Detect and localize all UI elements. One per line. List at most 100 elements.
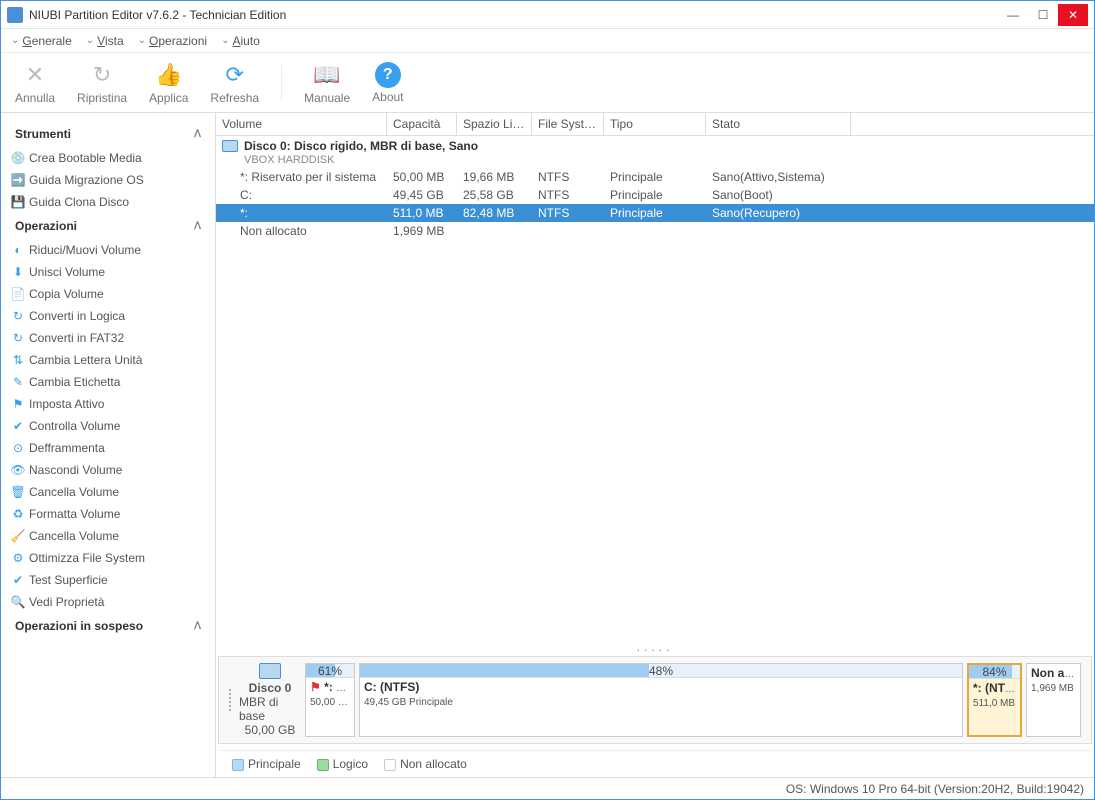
op-icon: ⊙ (11, 441, 25, 455)
table-row[interactable]: *: Riservato per il sistema50,00 MB19,66… (216, 168, 1094, 186)
sidebar-tool-item[interactable]: 💿Crea Bootable Media (1, 147, 215, 169)
op-icon: ✔ (11, 419, 25, 433)
partition-box[interactable]: 61%⚑ *: Ri...50,00 MB (305, 663, 355, 737)
usage-bar: 61% (306, 664, 354, 678)
sidebar-op-item[interactable]: ◐Riduci/Muovi Volume (1, 239, 215, 261)
disk-icon (222, 140, 238, 152)
refresh-icon: ⟳ (221, 61, 249, 89)
cell-type: Principale (604, 206, 706, 220)
sidebar-op-item[interactable]: 📄Copia Volume (1, 283, 215, 305)
refresh-button[interactable]: ⟳Refresha (210, 61, 259, 105)
sidebar-item-label: Vedi Proprietà (29, 595, 104, 609)
section-strumenti[interactable]: Strumentiᐱ (1, 121, 215, 147)
manual-button[interactable]: 📖Manuale (304, 61, 350, 105)
sidebar-op-item[interactable]: ✔Test Superficie (1, 569, 215, 591)
grid-header: Volume Capacità Spazio Lib... File Syste… (216, 113, 1094, 136)
cell-free: 25,58 GB (457, 188, 532, 202)
op-icon: 📄 (11, 287, 25, 301)
tool-icon: 💿 (11, 151, 25, 165)
about-button[interactable]: ?About (372, 62, 403, 104)
sidebar-op-item[interactable]: ↻Converti in FAT32 (1, 327, 215, 349)
minimize-button[interactable]: — (998, 4, 1028, 26)
sidebar-op-item[interactable]: ⚑Imposta Attivo (1, 393, 215, 415)
sidebar-op-item[interactable]: ♻Formatta Volume (1, 503, 215, 525)
titlebar: NIUBI Partition Editor v7.6.2 - Technici… (1, 1, 1094, 29)
sidebar-tool-item[interactable]: 💾Guida Clona Disco (1, 191, 215, 213)
maximize-button[interactable]: ☐ (1028, 4, 1058, 26)
sidebar-op-item[interactable]: ↻Converti in Logica (1, 305, 215, 327)
sidebar-op-item[interactable]: 👁Nascondi Volume (1, 459, 215, 481)
cell-volume: C: (216, 188, 387, 202)
cell-type: Principale (604, 188, 706, 202)
cell-fs: NTFS (532, 170, 604, 184)
disk-header[interactable]: Disco 0: Disco rigido, MBR di base, Sano (216, 136, 1094, 156)
table-row[interactable]: C:49,45 GB25,58 GBNTFSPrincipaleSano(Boo… (216, 186, 1094, 204)
cell-volume: *: Riservato per il sistema (216, 170, 387, 184)
cell-fs (532, 224, 604, 238)
sidebar-item-label: Unisci Volume (29, 265, 105, 279)
col-capacity[interactable]: Capacità (387, 113, 457, 135)
partition-box[interactable]: 84%*: (NTFS)511,0 MB (967, 663, 1022, 737)
sidebar-item-label: Converti in FAT32 (29, 331, 124, 345)
menu-vista[interactable]: ⌄Vista (86, 34, 124, 48)
os-info: OS: Windows 10 Pro 64-bit (Version:20H2,… (786, 782, 1084, 796)
disk-icon (259, 663, 281, 679)
col-status[interactable]: Stato (706, 113, 851, 135)
partition-box[interactable]: Non allo...1,969 MB (1026, 663, 1081, 737)
op-icon: 👁 (11, 463, 25, 477)
menubar: ⌄Generale ⌄Vista ⌄Operazioni ⌄Aiuto (1, 29, 1094, 53)
partition-meta: C: (NTFS)49,45 GB Principale (360, 678, 962, 711)
sidebar-op-item[interactable]: 🔍Vedi Proprietà (1, 591, 215, 613)
partition-meta: Non allo...1,969 MB (1027, 664, 1080, 697)
statusbar: OS: Windows 10 Pro 64-bit (Version:20H2,… (1, 777, 1094, 799)
disk-info[interactable]: Disco 0 MBR di base 50,00 GB (239, 663, 301, 737)
sidebar-op-item[interactable]: ⬇Unisci Volume (1, 261, 215, 283)
sidebar-op-item[interactable]: 🗑Cancella Volume (1, 481, 215, 503)
cell-capacity: 49,45 GB (387, 188, 457, 202)
apply-button[interactable]: 👍Applica (149, 61, 188, 105)
cell-capacity: 1,969 MB (387, 224, 457, 238)
sidebar-op-item[interactable]: ✔Controlla Volume (1, 415, 215, 437)
redo-button[interactable]: ↻Ripristina (77, 61, 127, 105)
cell-capacity: 511,0 MB (387, 206, 457, 220)
menu-operazioni[interactable]: ⌄Operazioni (138, 34, 207, 48)
table-row[interactable]: *:511,0 MB82,48 MBNTFSPrincipaleSano(Rec… (216, 204, 1094, 222)
col-freespace[interactable]: Spazio Lib... (457, 113, 532, 135)
op-icon: ♻ (11, 507, 25, 521)
grip-handle[interactable] (229, 663, 235, 737)
sidebar-op-item[interactable]: ⊙Defframmenta (1, 437, 215, 459)
cell-volume: *: (216, 206, 387, 220)
usage-bar: 84% (969, 665, 1020, 679)
splitter[interactable]: ..... (216, 638, 1094, 656)
col-volume[interactable]: Volume (216, 113, 387, 135)
op-icon: ⇅ (11, 353, 25, 367)
thumb-icon: 👍 (155, 61, 183, 89)
grid-body: Disco 0: Disco rigido, MBR di base, Sano… (216, 136, 1094, 638)
sidebar-item-label: Test Superficie (29, 573, 108, 587)
redo-icon: ↻ (88, 61, 116, 89)
section-sospeso[interactable]: Operazioni in sospesoᐱ (1, 613, 215, 639)
col-type[interactable]: Tipo (604, 113, 706, 135)
op-icon: ✎ (11, 375, 25, 389)
partition-box[interactable]: 48%C: (NTFS)49,45 GB Principale (359, 663, 963, 737)
section-operazioni[interactable]: Operazioniᐱ (1, 213, 215, 239)
cell-status: Sano(Boot) (706, 188, 851, 202)
undo-button[interactable]: ✕Annulla (15, 61, 55, 105)
cell-status: Sano(Recupero) (706, 206, 851, 220)
toolbar: ✕Annulla ↻Ripristina 👍Applica ⟳Refresha … (1, 53, 1094, 113)
sidebar-tool-item[interactable]: ➡️Guida Migrazione OS (1, 169, 215, 191)
sidebar-item-label: Ottimizza File System (29, 551, 145, 565)
book-icon: 📖 (313, 61, 341, 89)
sidebar-op-item[interactable]: ✎Cambia Etichetta (1, 371, 215, 393)
sidebar-op-item[interactable]: 🧹Cancella Volume (1, 525, 215, 547)
menu-aiuto[interactable]: ⌄Aiuto (221, 34, 260, 48)
col-filesystem[interactable]: File System (532, 113, 604, 135)
op-icon: 🗑 (11, 485, 25, 499)
close-button[interactable]: ✕ (1058, 4, 1088, 26)
cell-free: 19,66 MB (457, 170, 532, 184)
cell-fs: NTFS (532, 206, 604, 220)
menu-generale[interactable]: ⌄Generale (11, 34, 72, 48)
table-row[interactable]: Non allocato1,969 MB (216, 222, 1094, 240)
sidebar-op-item[interactable]: ⚙Ottimizza File System (1, 547, 215, 569)
sidebar-op-item[interactable]: ⇅Cambia Lettera Unità (1, 349, 215, 371)
